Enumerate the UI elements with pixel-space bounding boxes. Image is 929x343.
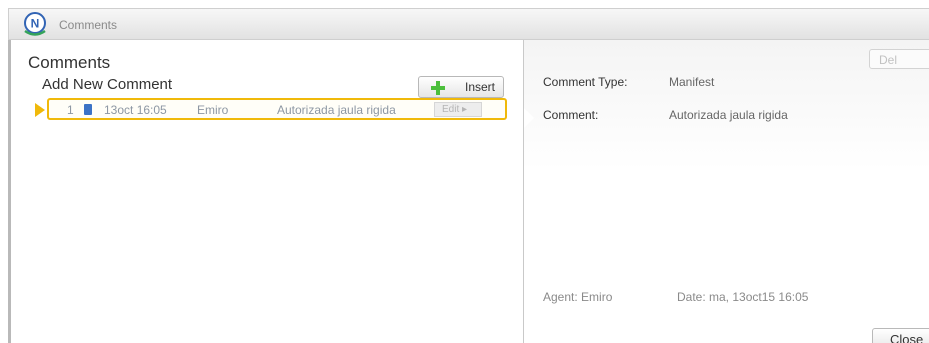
selection-arrow-icon (35, 103, 45, 117)
detail-pointer-notch (524, 108, 534, 128)
logo-letter: N (31, 17, 40, 31)
title-bar: N Comments (8, 8, 929, 40)
agent-info: Agent: Emiro (543, 290, 613, 304)
comment-list-item[interactable]: 1 13oct 16:05 Emiro Autorizada jaula rig… (47, 98, 507, 120)
document-icon (84, 104, 92, 115)
delete-button[interactable]: Del (869, 49, 929, 69)
comment-text: Autorizada jaula rigida (277, 103, 396, 117)
plus-icon (431, 81, 445, 95)
window-title: Comments (59, 18, 118, 32)
left-window-edge (0, 0, 8, 343)
comment-type-label: Comment Type: (543, 75, 628, 89)
add-new-comment-label: Add New Comment (42, 76, 173, 93)
comment-label: Comment: (543, 108, 599, 122)
comment-type-value: Manifest (669, 75, 715, 89)
panel-title: Comments (28, 53, 111, 72)
comment-date: 13oct 16:05 (104, 103, 167, 117)
date-info: Date: ma, 13oct15 16:05 (677, 290, 809, 304)
edit-button[interactable]: Edit ▸ (434, 102, 482, 117)
n-logo-icon: N (24, 12, 46, 36)
comment-number: 1 (67, 103, 74, 117)
close-button[interactable]: Close (872, 328, 929, 343)
comment-value: Autorizada jaula rigida (669, 108, 788, 122)
comments-list-panel: Comments Add New Comment Insert 1 13oct … (8, 40, 523, 343)
insert-label: Insert (464, 80, 495, 94)
comment-agent: Emiro (197, 103, 229, 117)
insert-button[interactable]: Insert (418, 76, 504, 98)
